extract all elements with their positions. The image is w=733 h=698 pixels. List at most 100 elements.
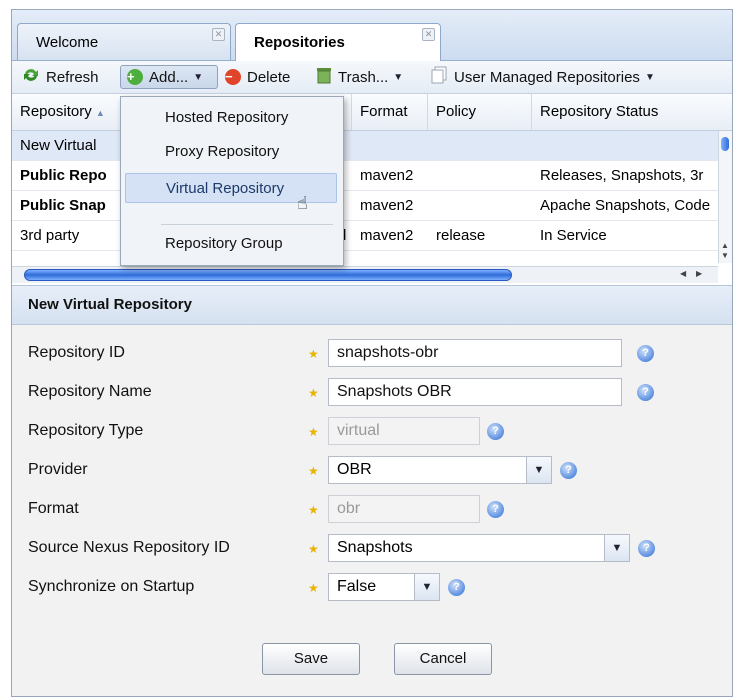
repository-name-field[interactable]: Snapshots OBR xyxy=(328,378,622,406)
scroll-down-arrow-icon[interactable]: ▼ xyxy=(721,251,729,260)
cell-format: maven2 xyxy=(360,227,414,244)
menu-item-hosted-repository[interactable]: Hosted Repository xyxy=(125,103,337,133)
toolbar: Refresh + Add... ▼ − Delete Trash... ▼ U… xyxy=(12,61,732,94)
help-icon[interactable]: ? xyxy=(487,423,504,440)
cell-status: Releases, Snapshots, 3r xyxy=(540,167,704,184)
required-star-icon: ★ xyxy=(308,425,319,439)
add-repository-menu: Hosted Repository Proxy Repository Virtu… xyxy=(120,96,344,266)
scroll-up-arrow-icon[interactable]: ▲ xyxy=(721,241,729,250)
cancel-button[interactable]: Cancel xyxy=(394,643,492,675)
synchronize-on-startup-value: False xyxy=(337,578,377,595)
repositories-window: Welcome ✕ Repositories ✕ Refresh + Add..… xyxy=(11,9,733,697)
column-header-label: Repository Status xyxy=(540,103,659,120)
required-star-icon: ★ xyxy=(308,347,319,361)
refresh-icon xyxy=(22,67,40,87)
refresh-label: Refresh xyxy=(46,68,99,86)
required-star-icon: ★ xyxy=(308,581,319,595)
cell-format: maven2 xyxy=(360,167,414,184)
required-star-icon: ★ xyxy=(308,386,319,400)
tab-repositories-label: Repositories xyxy=(254,34,345,51)
repository-id-field[interactable]: snapshots-obr xyxy=(328,339,622,367)
table-row[interactable]: New Virtual xyxy=(12,131,718,161)
chevron-down-icon[interactable]: ▼ xyxy=(526,457,551,483)
required-star-icon: ★ xyxy=(308,542,319,556)
delete-button[interactable]: − Delete xyxy=(225,65,290,89)
panel-title: New Virtual Repository xyxy=(28,296,192,313)
tab-welcome[interactable]: Welcome ✕ xyxy=(17,23,231,60)
cell-repository: Public Repo xyxy=(20,167,107,184)
field-label-synchronize-on-startup: Synchronize on Startup xyxy=(28,578,195,595)
field-label-source-nexus-repository-id: Source Nexus Repository ID xyxy=(28,539,230,556)
required-star-icon: ★ xyxy=(308,464,319,478)
delete-label: Delete xyxy=(247,68,291,86)
cell-repository: 3rd party xyxy=(20,227,80,244)
menu-separator xyxy=(161,224,333,225)
user-managed-repositories-button[interactable]: User Managed Repositories ▼ xyxy=(430,65,655,89)
provider-select-value: OBR xyxy=(337,461,372,478)
column-header-repository-status[interactable]: Repository Status xyxy=(532,94,732,130)
field-label-repository-name: Repository Name xyxy=(28,383,152,400)
column-header-policy[interactable]: Policy xyxy=(428,94,532,130)
vertical-scrollbar[interactable]: ▲ ▼ xyxy=(718,131,732,263)
cell-status: In Service xyxy=(540,227,607,244)
tab-strip: Welcome ✕ Repositories ✕ xyxy=(12,10,732,61)
column-header-label: Repository xyxy=(20,103,92,120)
tab-welcome-label: Welcome xyxy=(36,34,99,51)
help-icon[interactable]: ? xyxy=(560,462,577,479)
scroll-thumb[interactable] xyxy=(24,269,512,281)
source-nexus-repository-value: Snapshots xyxy=(337,539,413,556)
trash-button[interactable]: Trash... ▼ xyxy=(316,65,403,89)
save-button[interactable]: Save xyxy=(262,643,360,675)
provider-select[interactable]: OBR ▼ xyxy=(328,456,552,484)
help-icon[interactable]: ? xyxy=(637,384,654,401)
trash-label: Trash... xyxy=(338,68,389,86)
add-label: Add... xyxy=(149,68,189,86)
help-icon[interactable]: ? xyxy=(487,501,504,518)
horizontal-scrollbar[interactable]: ◀ ▶ xyxy=(12,266,718,283)
add-icon: + xyxy=(127,69,143,85)
tab-repositories[interactable]: Repositories ✕ xyxy=(235,23,441,61)
chevron-down-icon: ▼ xyxy=(393,71,404,83)
format-field: obr xyxy=(328,495,480,523)
sort-ascending-icon: ▲ xyxy=(95,108,105,118)
scroll-left-arrow-icon[interactable]: ◀ xyxy=(680,269,686,278)
cell-repository: Public Snap xyxy=(20,197,106,214)
new-virtual-repository-panel: New Virtual Repository Repository ID ★ s… xyxy=(12,285,732,696)
field-label-format: Format xyxy=(28,500,79,517)
field-label-provider: Provider xyxy=(28,461,88,478)
field-label-repository-id: Repository ID xyxy=(28,344,125,361)
table-row[interactable]: 3rd party d maven2 release In Service xyxy=(12,221,718,251)
help-icon[interactable]: ? xyxy=(638,540,655,557)
menu-item-proxy-repository[interactable]: Proxy Repository xyxy=(125,137,337,167)
chevron-down-icon: ▼ xyxy=(644,71,655,83)
repository-type-field: virtual xyxy=(328,417,480,445)
close-icon[interactable]: ✕ xyxy=(422,28,435,41)
chevron-down-icon[interactable]: ▼ xyxy=(604,535,629,561)
scroll-thumb[interactable] xyxy=(721,137,729,151)
field-label-repository-type: Repository Type xyxy=(28,422,144,439)
required-star-icon: ★ xyxy=(308,503,319,517)
scroll-right-arrow-icon[interactable]: ▶ xyxy=(696,269,702,278)
delete-icon: − xyxy=(225,69,241,85)
user-managed-repositories-label: User Managed Repositories xyxy=(454,68,640,86)
add-button[interactable]: + Add... ▼ xyxy=(120,65,218,89)
chevron-down-icon[interactable]: ▼ xyxy=(414,574,439,600)
close-icon[interactable]: ✕ xyxy=(212,28,225,41)
table-row[interactable]: Public Snap maven2 Apache Snapshots, Cod… xyxy=(12,191,718,221)
trash-icon xyxy=(316,66,332,88)
help-icon[interactable]: ? xyxy=(448,579,465,596)
cell-repository: New Virtual xyxy=(20,137,97,154)
refresh-button[interactable]: Refresh xyxy=(22,65,99,89)
hand-cursor-icon: ☝ xyxy=(297,193,308,213)
menu-item-label: Virtual Repository xyxy=(166,180,285,197)
source-nexus-repository-select[interactable]: Snapshots ▼ xyxy=(328,534,630,562)
menu-item-repository-group[interactable]: Repository Group xyxy=(125,229,337,259)
column-header-label: Format xyxy=(360,103,408,120)
table-row[interactable]: Public Repo maven2 Releases, Snapshots, … xyxy=(12,161,718,191)
synchronize-on-startup-select[interactable]: False ▼ xyxy=(328,573,440,601)
cell-format: maven2 xyxy=(360,197,414,214)
cell-policy: release xyxy=(436,227,486,244)
panel-header: New Virtual Repository xyxy=(12,286,732,325)
column-header-format[interactable]: Format xyxy=(352,94,428,130)
help-icon[interactable]: ? xyxy=(637,345,654,362)
